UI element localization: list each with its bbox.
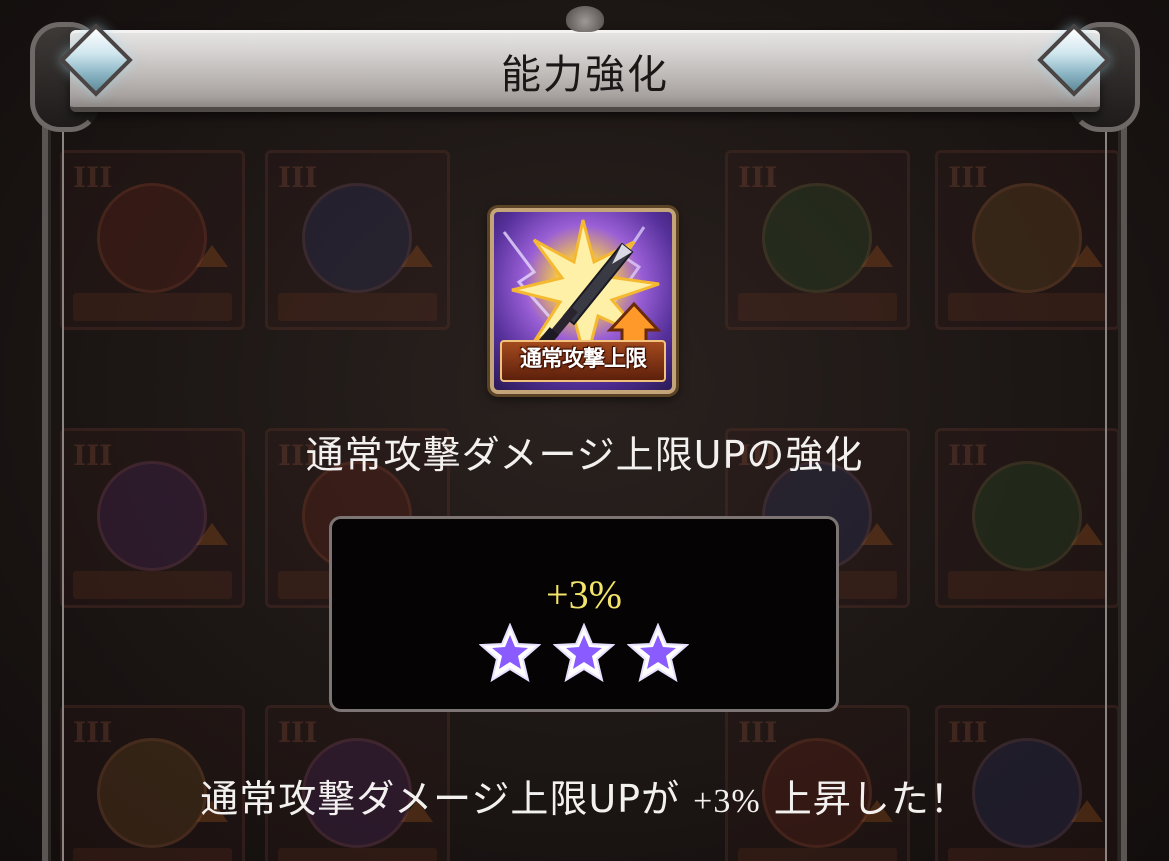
dialog-title: 能力強化 [501, 52, 669, 98]
result-suffix: 上昇した！ [773, 777, 969, 821]
title-banner: 能力強化 [30, 6, 1140, 132]
result-prefix: 通常攻撃ダメージ上限UPが [200, 777, 681, 821]
purple-star-icon [627, 623, 689, 683]
ability-enhancement-screen: III III III III III III III III III III … [0, 0, 1169, 861]
sword-burst-up-arrow-icon: 通常攻撃上限 [490, 208, 676, 394]
purple-star-icon [553, 623, 615, 683]
skill-icon-label: 通常攻撃上限 [500, 340, 666, 382]
enhancement-value-box: +3% [329, 516, 839, 712]
enhancement-value: +3% [546, 572, 622, 617]
result-message: 通常攻撃ダメージ上限UPが +3% 上昇した！ [0, 768, 1169, 823]
star-rating [332, 623, 836, 683]
skill-name: 通常攻撃ダメージ上限UPの強化 [305, 433, 864, 477]
crest-ornament-icon [566, 6, 604, 32]
purple-star-icon [479, 623, 541, 683]
result-value: +3% [693, 783, 761, 820]
